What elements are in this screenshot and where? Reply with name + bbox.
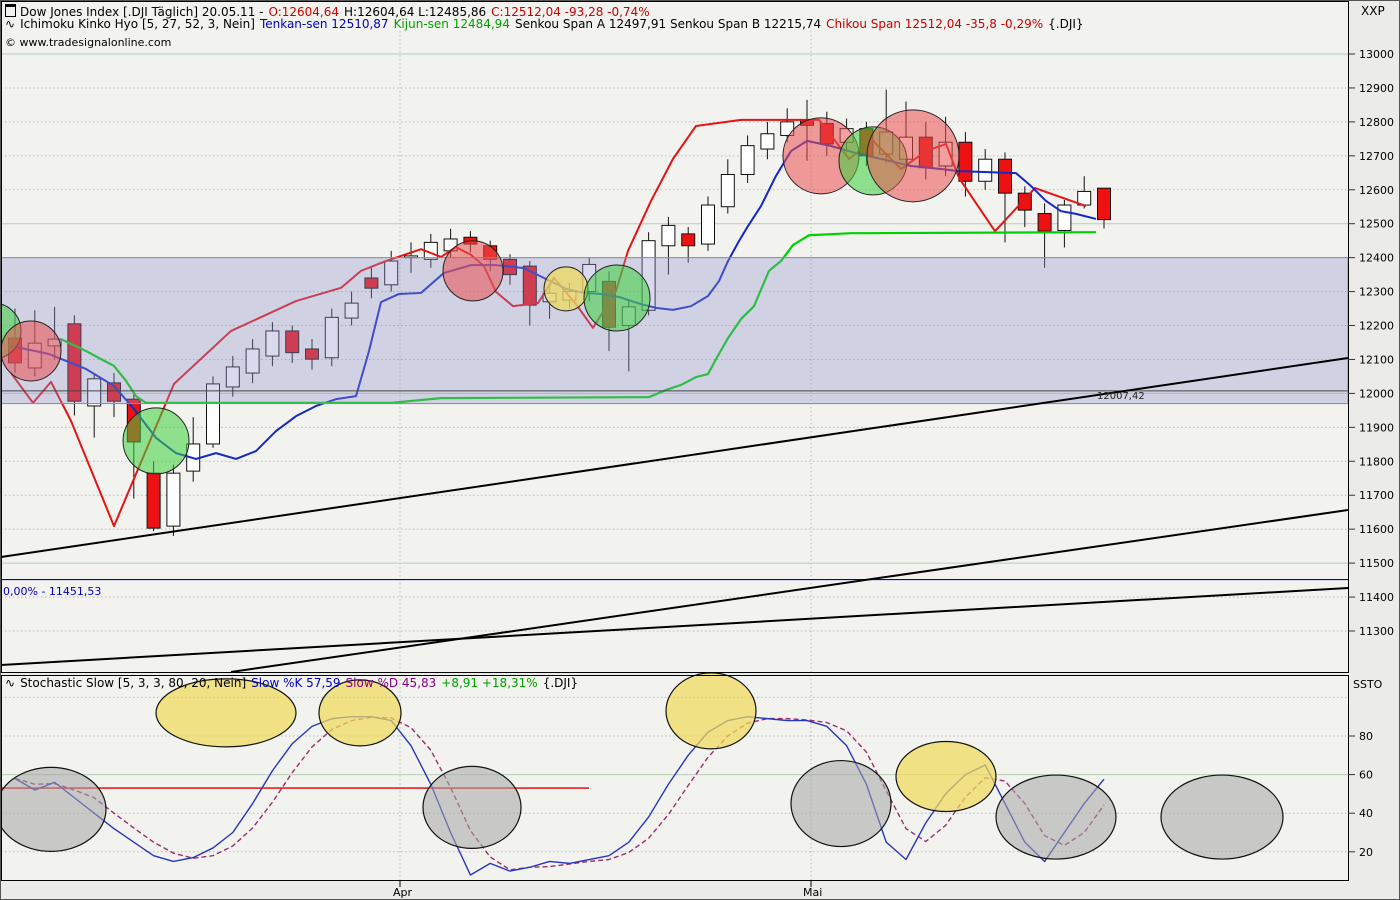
candlestick: [761, 134, 774, 149]
indicator-icon: ∿: [5, 676, 15, 690]
senkou-values: Senkou Span A 12497,91 Senkou Span B 122…: [515, 17, 821, 31]
price-axis-label: 12700: [1359, 150, 1394, 163]
ichimoku-legend-row[interactable]: ∿ Ichimoku Kinko Hyo [5, 27, 52, 3, Nein]…: [5, 18, 1089, 31]
x-axis-label-mai: Mai: [803, 886, 822, 899]
watermark: © www.tradesignalonline.com: [5, 36, 171, 49]
price-axis-label: 12100: [1359, 353, 1394, 366]
highlight-circle-red: [1, 321, 61, 381]
candlestick: [979, 159, 992, 181]
price-axis-label: 11800: [1359, 455, 1394, 468]
candlestick: [1038, 214, 1051, 232]
window-icon: [5, 4, 16, 17]
stoch-highlight-ellipse-gray: [791, 761, 891, 847]
tenkan-value: Tenkan-sen 12510,87: [260, 17, 389, 31]
stoch-highlight-ellipse-gray: [996, 775, 1116, 859]
stoch-highlight-ellipse-gray: [1161, 775, 1283, 859]
candlestick: [1058, 205, 1071, 230]
slow-d-value: Slow %D 45,83: [346, 676, 437, 690]
stochastic-name: Stochastic Slow [5, 3, 3, 80, 20, Nein]: [20, 676, 246, 690]
symbol-tag: {.DJI}: [543, 676, 578, 690]
stoch-axis-title: SSTO: [1353, 678, 1382, 691]
price-axis-label: 12500: [1359, 218, 1394, 231]
price-axis-label: 12800: [1359, 116, 1394, 129]
symbol-tag: {.DJI}: [1048, 17, 1083, 31]
candlestick: [721, 174, 734, 206]
stoch-axis-label: 20: [1359, 846, 1373, 859]
stoch-change: +8,91 +18,31%: [441, 676, 537, 690]
candlestick: [662, 225, 675, 245]
stoch-axis-label: 60: [1359, 769, 1373, 782]
chart-window: 13000 12900 12800 12700 12600 12500 12400 12300…: [0, 0, 1400, 900]
candlestick: [1098, 188, 1111, 219]
price-axis-label: 12300: [1359, 286, 1394, 299]
price-axis-label: 11400: [1359, 591, 1394, 604]
retracement-label: 0,00% - 11451,53: [3, 585, 101, 598]
indicator-icon: ∿: [5, 17, 15, 31]
price-axis-label: 11500: [1359, 557, 1394, 570]
candlestick: [959, 142, 972, 181]
price-zone-rectangle: [1, 258, 1348, 404]
candlestick: [999, 159, 1012, 193]
stoch-axis-label: 80: [1359, 730, 1373, 743]
price-axis-label: 11900: [1359, 421, 1394, 434]
support-price-label: 12007,42: [1097, 391, 1145, 402]
price-axis-label: 12200: [1359, 320, 1394, 333]
chart-canvas: 13000 12900 12800 12700 12600 12500 12400 12300…: [1, 1, 1400, 900]
candlestick: [741, 146, 754, 175]
stoch-highlight-ellipse-yellow: [896, 742, 996, 812]
kijun-value: Kijun-sen 12484,94: [394, 17, 510, 31]
chikou-value: Chikou Span 12512,04 -35,8 -0,29%: [826, 17, 1043, 31]
price-axis-label: 11300: [1359, 625, 1394, 638]
stoch-axis-label: 40: [1359, 807, 1373, 820]
candlestick: [167, 473, 180, 526]
price-axis-label: 12000: [1359, 387, 1394, 400]
highlight-circle-red: [443, 241, 503, 301]
highlight-circle-yellow: [544, 267, 588, 311]
x-axis-label-apr: Apr: [393, 886, 412, 899]
stochastic-legend-row[interactable]: ∿ Stochastic Slow [5, 3, 3, 80, 20, Nein]…: [5, 677, 583, 690]
price-axis-label: 12400: [1359, 252, 1394, 265]
scale-mode-button[interactable]: XXP: [1361, 4, 1385, 18]
price-axis-label: 12900: [1359, 82, 1394, 95]
price-axis-label: 12600: [1359, 184, 1394, 197]
price-axis-label: 11600: [1359, 523, 1394, 536]
stoch-highlight-ellipse-gray: [423, 766, 521, 848]
stoch-highlight-ellipse-yellow: [666, 673, 756, 749]
highlight-circle-green: [584, 265, 650, 331]
candlestick: [702, 205, 715, 244]
candlestick: [682, 234, 695, 246]
highlight-circle-green: [123, 408, 189, 474]
slow-k-value: Slow %K 57,59: [251, 676, 340, 690]
candlestick: [147, 473, 160, 528]
price-axis-label: 11700: [1359, 489, 1394, 502]
price-axis-label: 13000: [1359, 48, 1394, 61]
ichimoku-name: Ichimoku Kinko Hyo [5, 27, 52, 3, Nein]: [20, 17, 255, 31]
stoch-highlight-ellipse-gray: [1, 767, 106, 851]
candlestick: [1018, 193, 1031, 210]
highlight-circle-red: [867, 110, 959, 202]
